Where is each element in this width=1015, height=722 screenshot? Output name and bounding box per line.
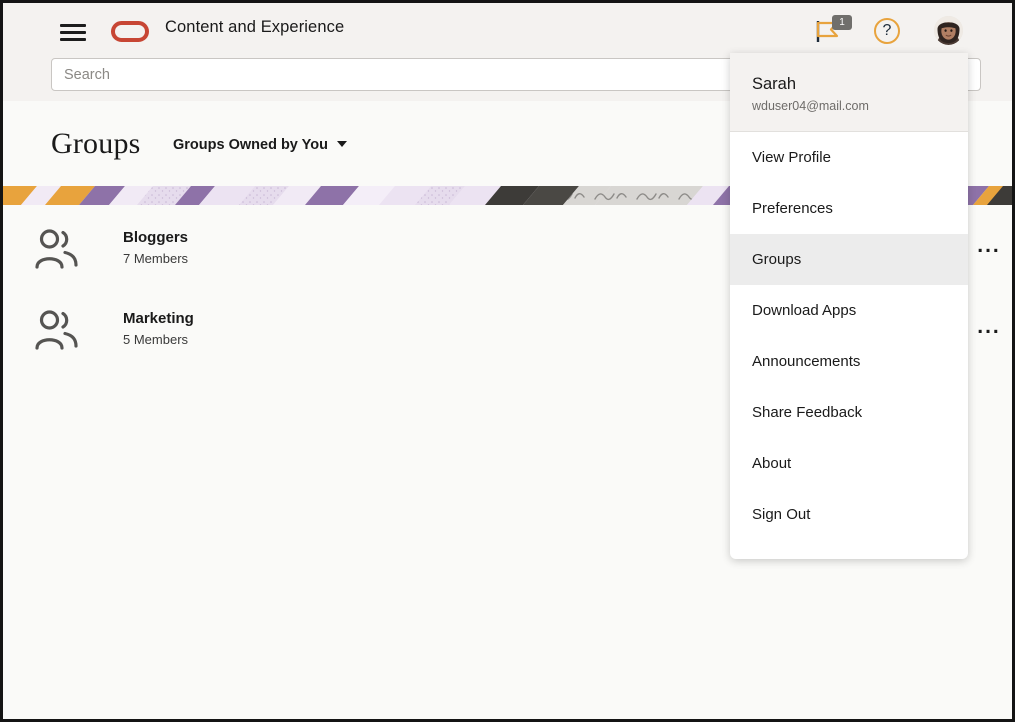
group-people-icon-svg	[33, 226, 79, 272]
help-icon[interactable]: ?	[874, 18, 900, 44]
oracle-logo-icon	[111, 21, 149, 42]
group-name: Bloggers	[123, 229, 188, 246]
group-people-icon	[33, 307, 79, 353]
menu-item-view-profile[interactable]: View Profile	[730, 132, 968, 183]
group-member-count: 5 Members	[123, 332, 188, 347]
groups-filter-label: Groups Owned by You	[173, 137, 328, 153]
group-people-icon	[33, 226, 79, 272]
app-window: Content and Experience 1 ?	[0, 0, 1015, 722]
menu-item-about[interactable]: About	[730, 438, 968, 489]
menu-item-download-apps[interactable]: Download Apps	[730, 285, 968, 336]
menu-item-announcements[interactable]: Announcements	[730, 336, 968, 387]
avatar-photo	[934, 16, 963, 45]
menu-item-groups[interactable]: Groups	[730, 234, 968, 285]
group-people-icon-svg	[33, 307, 79, 353]
row-actions-menu-icon[interactable]: ...	[971, 317, 1007, 349]
menu-item-sign-out[interactable]: Sign Out	[730, 489, 968, 540]
user-name: Sarah	[752, 75, 968, 94]
hamburger-menu-icon[interactable]	[58, 20, 88, 44]
user-account-menu: Sarah wduser04@mail.com View Profile Pre…	[730, 53, 968, 559]
menu-item-preferences[interactable]: Preferences	[730, 183, 968, 234]
page-title: Groups	[51, 127, 141, 161]
top-navigation-bar: Content and Experience 1 ?	[3, 3, 1012, 59]
user-menu-header: Sarah wduser04@mail.com	[730, 53, 968, 132]
app-title: Content and Experience	[165, 18, 344, 37]
avatar[interactable]	[934, 16, 963, 45]
chevron-down-icon	[337, 141, 347, 147]
group-name: Marketing	[123, 310, 194, 327]
menu-item-share-feedback[interactable]: Share Feedback	[730, 387, 968, 438]
row-actions-menu-icon[interactable]: ...	[971, 236, 1007, 268]
user-email: wduser04@mail.com	[752, 99, 968, 113]
notification-badge: 1	[832, 15, 852, 30]
group-member-count: 7 Members	[123, 251, 188, 266]
groups-filter-dropdown[interactable]: Groups Owned by You	[173, 137, 347, 153]
notifications-flag-icon[interactable]: 1	[813, 15, 853, 47]
